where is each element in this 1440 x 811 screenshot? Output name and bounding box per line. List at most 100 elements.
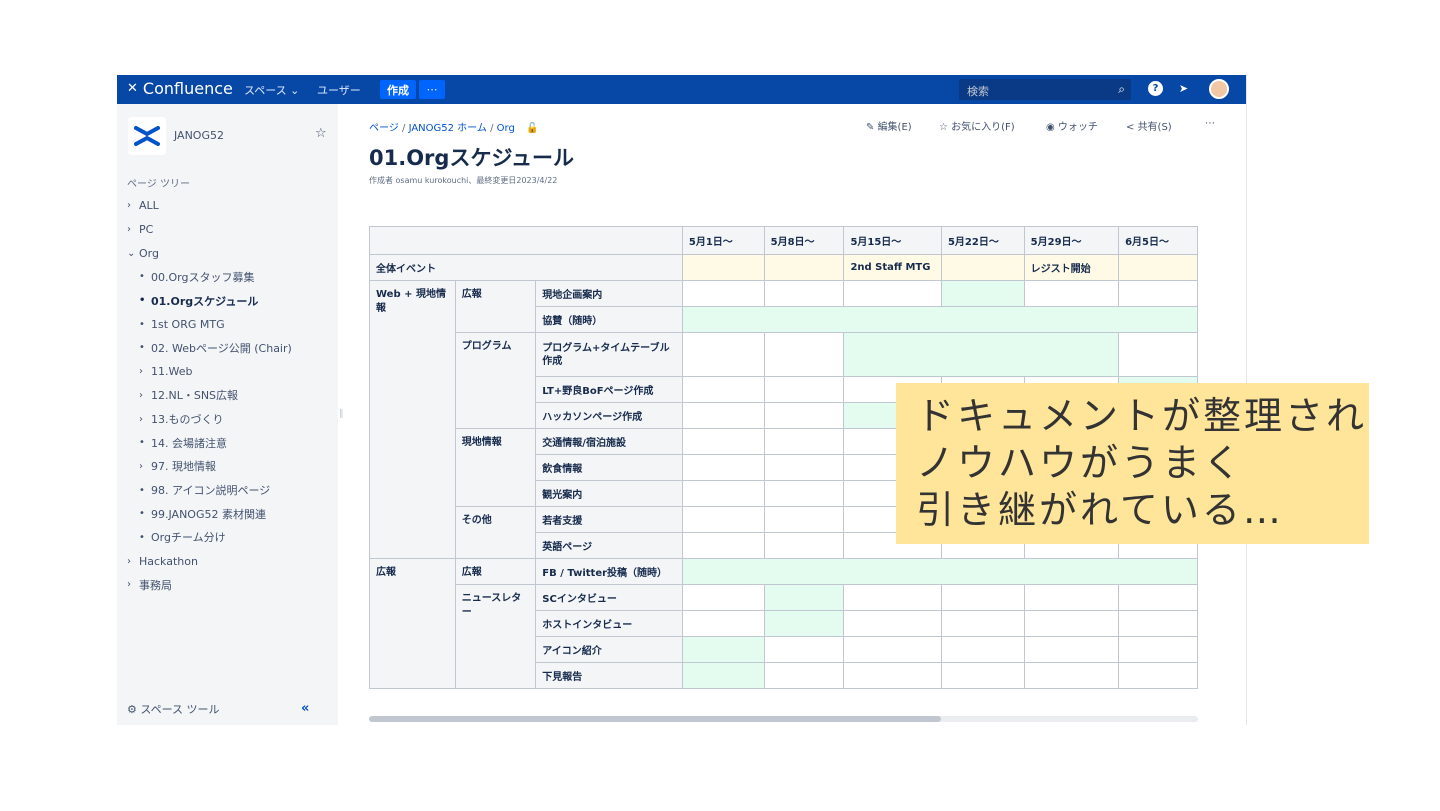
table-cell-subgroup: ニュースレター [454,584,537,689]
table-cell [1118,584,1198,611]
nav-spaces[interactable]: スペース ⌄ [244,82,299,98]
tree-node[interactable]: › 13.ものづくり [127,407,332,431]
pencil-icon: ✎ [866,122,878,133]
table-cell [1023,662,1120,689]
tree-node[interactable]: › 97. 現地情報 [127,455,332,479]
table-header: 5月8日〜 [763,226,845,255]
space-logo[interactable] [128,117,166,155]
table-cell-group: Web + 現地情報 [369,280,456,559]
watch-label: ウォッチ [1057,122,1098,133]
bullet-icon: • [139,295,146,307]
nav-users[interactable]: ユーザー [317,82,361,98]
caption-line: 引き継がれている… [916,488,1284,532]
tree-node-label: 99.JANOG52 素材関連 [151,507,266,521]
share-icon: < [1126,122,1138,133]
help-icon[interactable]: ? [1148,81,1163,96]
chevron-right-icon[interactable]: › [127,579,139,590]
page-tree-title: ページ ツリー [127,179,190,190]
tree-node-label: 97. 現地情報 [151,460,216,474]
tree-node[interactable]: • 14. 会場諸注意 [127,431,332,455]
tree-node-label: Org [139,246,159,260]
table-cell-scheduled [940,280,1025,307]
table-header-row: 5月1日〜 5月8日〜 5月15日〜 5月22日〜 5月29日〜 6月5日〜 [369,226,1198,255]
table-cell-scheduled [843,332,1120,377]
tree-node[interactable]: › PC [127,218,332,242]
space-logo-icon [134,126,160,146]
tree-node[interactable]: • 98. アイコン説明ページ [127,478,332,502]
page-title: 01.Orgスケジュール [369,146,574,170]
table-cell [681,584,765,611]
table-cell-task: 協賛（随時） [535,306,683,333]
more-actions-button[interactable]: ⋯ [1205,118,1215,129]
share-button[interactable]: < 共有(S) [1126,118,1172,133]
tree-node-active[interactable]: • 01.Orgスケジュール [127,289,332,313]
tree-node-label: 00.Orgスタッフ募集 [151,270,255,284]
table-row: プログラム プログラム+タイムテーブル作成 [370,332,1198,429]
table-cell-task: 英語ページ [535,532,683,559]
table-cell [1023,610,1120,637]
tree-node[interactable]: • 1st ORG MTG [127,312,332,336]
create-button[interactable]: 作成 [380,80,416,99]
table-header: 5月15日〜 [843,226,942,255]
table-cell-scheduled [681,662,765,689]
table-cell [1118,610,1198,637]
search-input[interactable]: 検索 ⌕ [959,79,1131,100]
chevron-right-icon[interactable]: › [127,556,139,567]
sidebar-resize-handle[interactable]: ‖ [339,409,344,419]
tree-node-label: 01.Orgスケジュール [151,294,259,308]
breadcrumb-item[interactable]: Org [497,123,515,134]
table-cell [1118,636,1198,663]
avatar[interactable] [1209,79,1229,99]
table-cell [763,402,845,429]
confluence-logo-icon: ✕ [127,81,138,96]
space-tools-button[interactable]: ⚙ スペース ツール [127,701,220,717]
confluence-logo[interactable]: ✕ Confluence [127,79,233,98]
table-cell [763,636,845,663]
tree-node[interactable]: • 99.JANOG52 素材関連 [127,502,332,526]
gear-icon: ⚙ [127,703,141,716]
tree-node[interactable]: • 00.Orgスタッフ募集 [127,265,332,289]
star-icon[interactable]: ☆ [315,126,327,141]
tree-node[interactable]: ⌄ Org [127,241,332,265]
tree-node[interactable]: › ALL [127,194,332,218]
table-cell [843,662,942,689]
edit-button[interactable]: ✎ 編集(E) [866,118,912,133]
tree-node[interactable]: › 11.Web [127,360,332,384]
watch-button[interactable]: ◉ ウォッチ [1046,118,1098,133]
tree-node[interactable]: › 事務局 [127,573,332,597]
tree-node[interactable]: • Orgチーム分け [127,526,332,550]
table-cell-subgroup: その他 [454,506,537,559]
scrollbar-thumb[interactable] [369,716,941,722]
chevron-right-icon[interactable]: › [139,414,151,425]
favorite-button[interactable]: ☆ お気に入り(F) [939,118,1015,133]
share-label: 共有(S) [1137,122,1172,133]
chevron-right-icon[interactable]: › [127,224,139,235]
notification-icon[interactable]: ➤ [1176,81,1191,96]
table-cell-scheduled [681,306,1198,333]
breadcrumb-item[interactable]: JANOG52 ホーム [409,123,487,134]
table-cell-task: 下見報告 [535,662,683,689]
create-more-button[interactable]: ⋯ [419,80,445,99]
unlock-icon[interactable]: 🔓 [526,123,538,134]
chevron-right-icon[interactable]: › [139,390,151,401]
table-cell [681,332,765,377]
chevron-right-icon[interactable]: › [139,366,151,377]
bullet-icon: • [139,437,145,449]
breadcrumb-item[interactable]: ページ [369,123,399,134]
table-cell [681,506,765,533]
tree-node[interactable]: › Hackathon [127,549,332,573]
breadcrumb: ページ / JANOG52 ホーム / Org 🔓 [369,119,538,134]
table-cell: レジスト開始 [1023,254,1120,281]
tree-node-label: 12.NL・SNS広報 [151,389,239,403]
table-cell-task: 若者支援 [535,506,683,533]
tree-node[interactable]: • 02. Webページ公開 (Chair) [127,336,332,360]
horizontal-scrollbar[interactable] [369,716,1198,722]
caption-line: ドキュメントが整理され [916,394,1368,438]
tree-node[interactable]: › 12.NL・SNS広報 [127,384,332,408]
collapse-sidebar-button[interactable]: « [301,701,309,716]
chevron-right-icon[interactable]: › [139,461,151,472]
space-name[interactable]: JANOG52 [174,129,224,142]
chevron-right-icon[interactable]: › [127,200,139,211]
chevron-down-icon[interactable]: ⌄ [127,248,139,259]
table-cell-task: 交通情報/宿泊施設 [535,428,683,455]
